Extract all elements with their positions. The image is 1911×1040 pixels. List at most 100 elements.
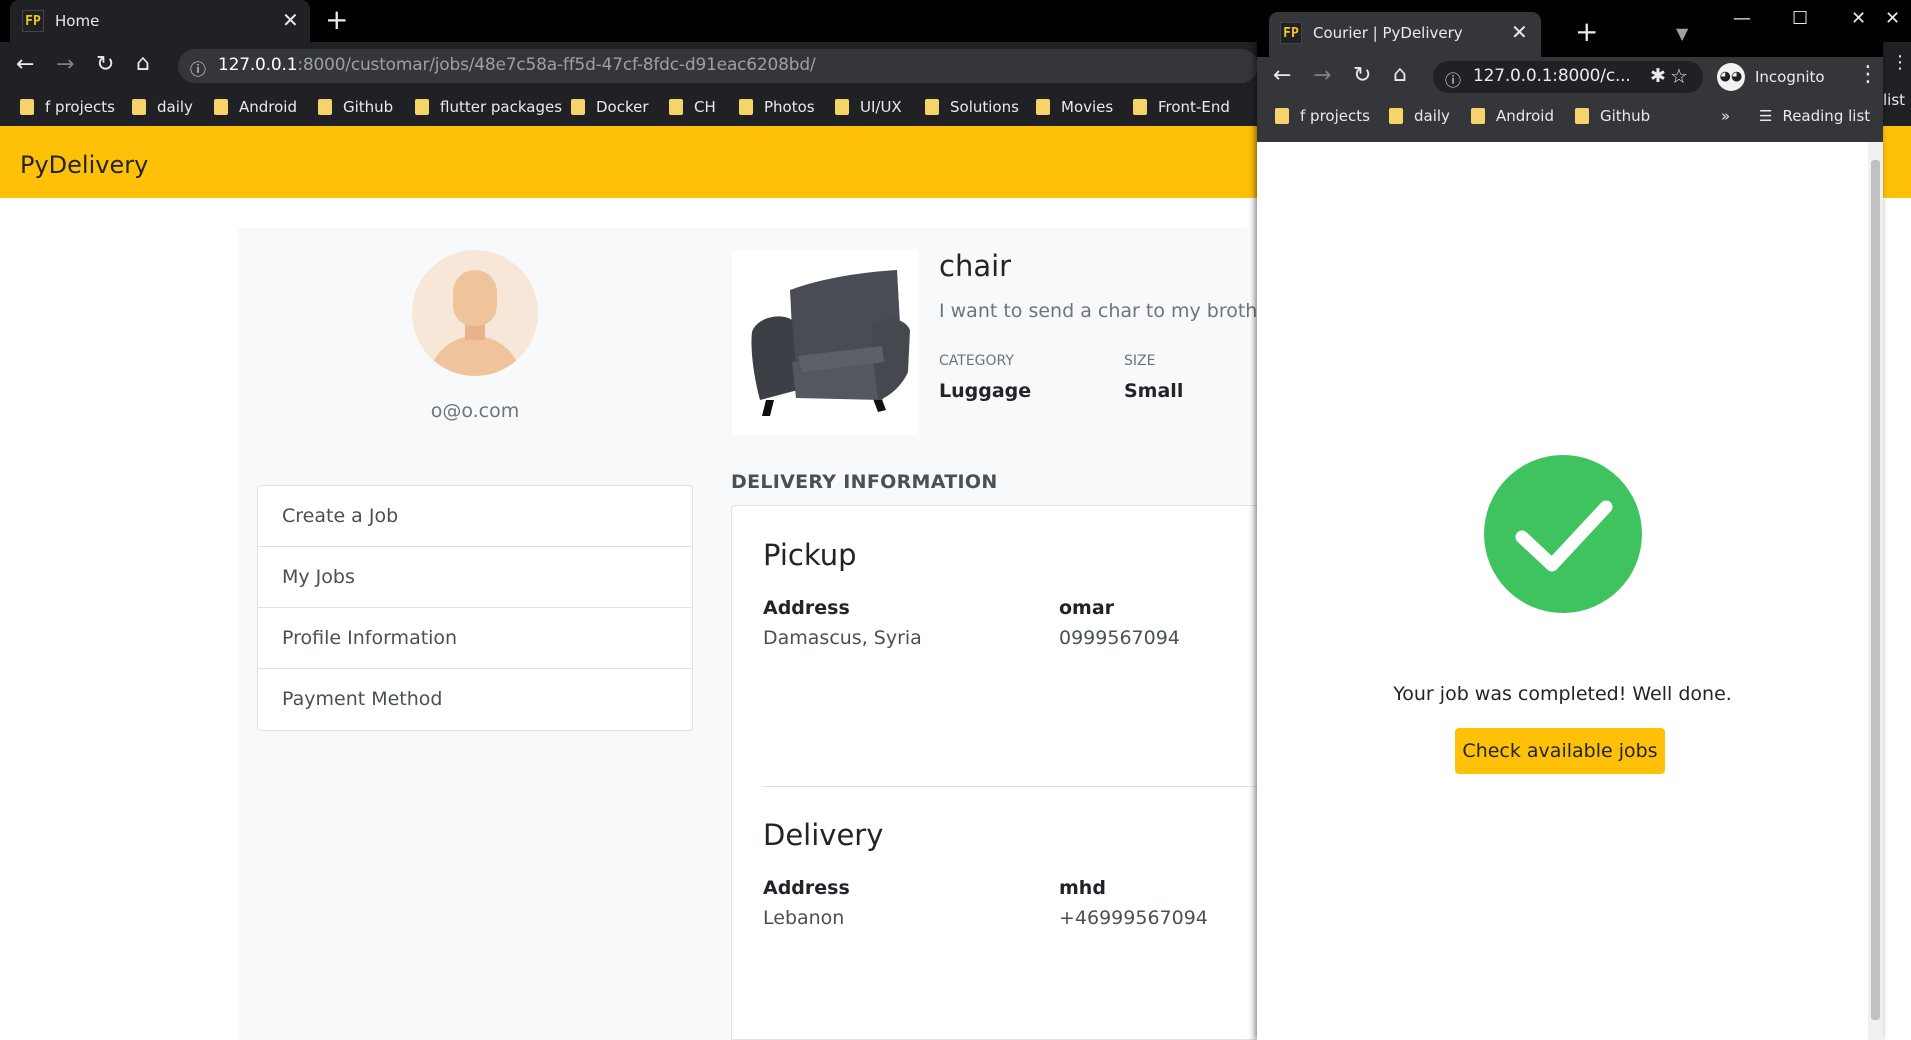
- bookmark-daily[interactable]: daily: [132, 97, 193, 117]
- incognito-indicator[interactable]: ◕◕ Incognito: [1717, 62, 1825, 92]
- folder-icon: [835, 99, 849, 115]
- bookmark-photos[interactable]: Photos: [739, 97, 815, 117]
- bookmark-solutions[interactable]: Solutions: [925, 97, 1019, 117]
- job-item-image: [732, 250, 918, 435]
- bookmark-star-icon[interactable]: ☆: [1670, 65, 1688, 87]
- menu-item-my-jobs[interactable]: My Jobs: [258, 547, 692, 608]
- pickup-address-label: Address: [763, 597, 850, 619]
- folder-icon: [415, 99, 429, 115]
- bookmark-daily[interactable]: daily: [1389, 106, 1450, 126]
- site-info-icon[interactable]: ⓘ: [190, 56, 206, 80]
- pickup-heading: Pickup: [763, 538, 857, 572]
- bookmark-docker[interactable]: Docker: [571, 97, 649, 117]
- site-favicon: FP: [1280, 22, 1302, 44]
- delivery-information-title: DELIVERY INFORMATION: [731, 471, 998, 493]
- site-favicon: FP: [22, 10, 44, 32]
- delivery-information-card: [731, 505, 1261, 1040]
- forward-arrow-icon[interactable]: →: [56, 54, 74, 76]
- tab-title: Home: [55, 12, 100, 30]
- reading-list-fragment: list: [1883, 91, 1906, 109]
- job-item-description: I want to send a char to my brother: [939, 300, 1277, 322]
- check-available-jobs-button[interactable]: Check available jobs: [1455, 728, 1665, 774]
- delivery-address-label: Address: [763, 877, 850, 899]
- category-label: CATEGORY: [939, 353, 1014, 369]
- armchair-icon: [751, 270, 910, 416]
- folder-icon: [1036, 99, 1050, 115]
- navbar-fragment: [1897, 126, 1911, 198]
- delivery-contact-phone: +46999567094: [1059, 907, 1208, 929]
- bookmark-ch[interactable]: CH: [669, 97, 716, 117]
- divider: [762, 786, 1257, 787]
- folder-icon: [20, 99, 34, 115]
- home-icon[interactable]: ⌂: [1393, 64, 1407, 86]
- site-info-icon: ⓘ: [1445, 71, 1461, 90]
- job-item-name: chair: [939, 249, 1012, 283]
- new-tab-icon[interactable]: +: [1575, 18, 1598, 46]
- brand-logo[interactable]: PyDelivery: [20, 151, 148, 179]
- close-tab-icon[interactable]: ✕: [1511, 22, 1528, 42]
- menu-item-create-job[interactable]: Create a Job: [258, 486, 692, 547]
- new-tab-icon[interactable]: +: [325, 6, 348, 34]
- home-icon[interactable]: ⌂: [136, 53, 150, 75]
- menu-item-profile-information[interactable]: Profile Information: [258, 608, 692, 669]
- pickup-contact-phone: 0999567094: [1059, 627, 1180, 649]
- reading-list-button[interactable]: ☰ Reading list: [1759, 106, 1870, 126]
- browser-window-courier: FP Courier | PyDelivery ✕ + ▼ — ☐ ✕ ← → …: [1257, 0, 1883, 1040]
- close-window-icon[interactable]: ✕: [1885, 10, 1900, 28]
- extensions-puzzle-icon[interactable]: ✱: [1650, 65, 1666, 87]
- scrollbar-thumb[interactable]: [1871, 160, 1880, 1020]
- reload-icon[interactable]: ↻: [1353, 65, 1371, 87]
- url-text: 127.0.0.1:8000/c...: [1473, 66, 1631, 86]
- bookmark-movies[interactable]: Movies: [1036, 97, 1113, 117]
- bookmark-f-projects[interactable]: f projects: [1275, 106, 1370, 126]
- folder-icon: [1275, 108, 1289, 124]
- bookmark-github[interactable]: Github: [1575, 106, 1650, 126]
- bookmark-android[interactable]: Android: [1471, 106, 1554, 126]
- back-arrow-icon[interactable]: ←: [16, 54, 34, 76]
- bookmark-android[interactable]: Android: [214, 97, 297, 117]
- menu-item-payment-method[interactable]: Payment Method: [258, 669, 692, 730]
- folder-icon: [1471, 108, 1485, 124]
- folder-icon: [925, 99, 939, 115]
- bookmark-ui-ux[interactable]: UI/UX: [835, 97, 902, 117]
- profile-email: o@o.com: [430, 400, 520, 422]
- url-text: 127.0.0.1:8000/customar/jobs/48e7c58a-ff…: [218, 55, 816, 75]
- category-value: Luggage: [939, 380, 1032, 402]
- delivery-contact-name: mhd: [1059, 877, 1106, 899]
- forward-arrow-icon[interactable]: →: [1313, 65, 1331, 87]
- close-tab-icon[interactable]: ✕: [282, 10, 299, 30]
- bookmarks-overflow-icon[interactable]: »: [1721, 106, 1730, 126]
- folder-icon: [739, 99, 753, 115]
- minimize-icon[interactable]: —: [1733, 10, 1751, 28]
- pickup-contact-name: omar: [1059, 597, 1115, 619]
- more-menu-icon[interactable]: ⋮: [1857, 64, 1879, 86]
- tab-title: Courier | PyDelivery: [1313, 24, 1463, 42]
- completion-message: Your job was completed! Well done.: [1393, 683, 1732, 705]
- bookmark-github[interactable]: Github: [318, 97, 393, 117]
- incognito-icon: ◕◕: [1717, 63, 1745, 91]
- sidebar-menu: Create a Job My Jobs Profile Information…: [257, 485, 693, 731]
- more-menu-icon[interactable]: ⋮: [1891, 54, 1909, 72]
- pickup-address: Damascus, Syria: [763, 627, 922, 649]
- folder-icon: [318, 99, 332, 115]
- folder-icon: [214, 99, 228, 115]
- folder-icon: [571, 99, 585, 115]
- size-label: SIZE: [1124, 353, 1156, 369]
- bookmark-front-end[interactable]: Front-End: [1133, 97, 1230, 117]
- size-value: Small: [1124, 380, 1184, 402]
- folder-icon: [1389, 108, 1403, 124]
- delivery-address: Lebanon: [763, 907, 845, 929]
- bookmark-f-projects[interactable]: f projects: [20, 97, 115, 117]
- avatar: [412, 250, 538, 376]
- maximize-icon[interactable]: ☐: [1792, 10, 1808, 28]
- success-check-icon: [1484, 455, 1642, 613]
- close-window-icon[interactable]: ✕: [1851, 10, 1866, 28]
- reading-list-icon: ☰: [1759, 107, 1773, 125]
- folder-icon: [132, 99, 146, 115]
- bookmark-flutter-packages[interactable]: flutter packages: [415, 97, 562, 117]
- folder-icon: [1133, 99, 1147, 115]
- reload-icon[interactable]: ↻: [96, 54, 114, 76]
- back-arrow-icon[interactable]: ←: [1273, 65, 1291, 87]
- tab-search-icon[interactable]: ▼: [1676, 24, 1688, 44]
- folder-icon: [1575, 108, 1589, 124]
